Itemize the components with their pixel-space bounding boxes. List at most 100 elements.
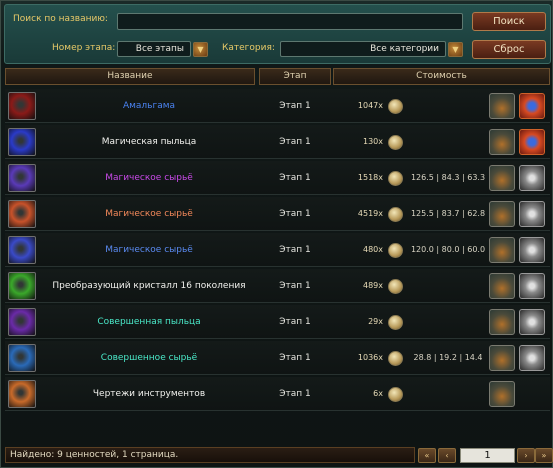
coin-icon <box>388 279 403 294</box>
table-row[interactable]: Совершенное сырьё Этап 1 1036x 28.8 | 19.2 … <box>5 341 550 375</box>
item-ratio <box>409 377 487 411</box>
column-cost[interactable]: Стоимость <box>333 68 550 85</box>
item-cost: 1036x <box>357 353 383 362</box>
item-stage: Этап 1 <box>279 101 311 111</box>
bag-icon[interactable] <box>489 309 515 335</box>
bag-icon[interactable] <box>489 165 515 191</box>
item-icon <box>8 272 36 300</box>
item-stage: Этап 1 <box>279 173 311 183</box>
gem-icon[interactable] <box>519 237 545 263</box>
item-cost: 4519x <box>357 209 383 218</box>
coin-icon <box>388 315 403 330</box>
first-page-icon[interactable]: « <box>418 448 436 463</box>
item-stage: Этап 1 <box>279 281 311 291</box>
item-stage: Этап 1 <box>279 389 311 399</box>
column-stage[interactable]: Этап <box>259 68 331 85</box>
coin-icon <box>388 351 403 366</box>
item-name: Преобразующий кристалл 16 поколения <box>52 281 246 291</box>
bag-icon[interactable] <box>489 237 515 263</box>
last-page-icon[interactable]: » <box>535 448 553 463</box>
coin-icon <box>388 135 403 150</box>
item-icon <box>8 380 36 408</box>
table-row[interactable]: Чертежи инструментов Этап 1 6x <box>5 377 550 411</box>
item-name: Магическая пыльца <box>101 137 197 147</box>
item-icon <box>8 128 36 156</box>
category-label: Категория: <box>222 43 275 53</box>
item-cost: 29x <box>368 317 383 326</box>
table-row[interactable]: Магическая пыльца Этап 1 130x <box>5 125 550 159</box>
item-name: Совершенная пыльца <box>97 317 201 327</box>
item-cost: 1518x <box>357 173 383 182</box>
filter-panel: Поиск по названию: Поиск Номер этапа: Вс… <box>4 4 551 64</box>
reset-button[interactable]: Сброс <box>472 40 546 59</box>
coin-icon <box>388 171 403 186</box>
stage-dropdown-icon[interactable]: ▼ <box>193 42 208 57</box>
compare-icon[interactable] <box>519 129 545 155</box>
item-icon <box>8 344 36 372</box>
gem-icon[interactable] <box>519 273 545 299</box>
search-button[interactable]: Поиск <box>472 12 546 31</box>
stage-select[interactable]: Все этапы <box>117 41 191 57</box>
table-row[interactable]: Преобразующий кристалл 16 поколения Этап … <box>5 269 550 303</box>
bag-icon[interactable] <box>489 129 515 155</box>
item-name: Совершенное сырьё <box>100 353 198 363</box>
item-cost: 130x <box>362 137 383 146</box>
value-search-window: Поиск по названию: Поиск Номер этапа: Вс… <box>0 0 553 468</box>
table-row[interactable]: Магическое сырьё Этап 1 480x 120.0 | 80.0 |… <box>5 233 550 267</box>
item-name: Амальгама <box>122 101 176 111</box>
item-icon <box>8 164 36 192</box>
item-ratio: 28.8 | 19.2 | 14.4 <box>413 353 483 362</box>
item-ratio: 126.5 | 84.3 | 63.3 <box>410 173 486 182</box>
item-icon <box>8 92 36 120</box>
category-dropdown-icon[interactable]: ▼ <box>448 42 463 57</box>
item-icon <box>8 308 36 336</box>
coin-icon <box>388 243 403 258</box>
item-stage: Этап 1 <box>279 353 311 363</box>
bag-icon[interactable] <box>489 345 515 371</box>
coin-icon <box>388 99 403 114</box>
status-bar: Найдено: 9 ценностей, 1 страница. <box>5 447 415 463</box>
item-ratio <box>409 89 487 123</box>
item-ratio <box>409 125 487 159</box>
item-icon <box>8 236 36 264</box>
item-ratio: 120.0 | 80.0 | 60.0 <box>410 245 486 254</box>
search-label: Поиск по названию: <box>13 14 108 24</box>
item-name: Магическое сырьё <box>105 209 193 219</box>
gem-icon[interactable] <box>519 201 545 227</box>
table-row[interactable]: Амальгама Этап 1 1047x <box>5 89 550 123</box>
prev-page-icon[interactable]: ‹ <box>438 448 456 463</box>
gem-icon[interactable] <box>519 345 545 371</box>
item-cost: 6x <box>373 389 383 398</box>
item-cost: 489x <box>362 281 383 290</box>
gem-icon[interactable] <box>519 165 545 191</box>
bag-icon[interactable] <box>489 273 515 299</box>
table-row[interactable]: Совершенная пыльца Этап 1 29x <box>5 305 550 339</box>
stage-label: Номер этапа: <box>52 43 116 53</box>
item-ratio <box>409 269 487 303</box>
coin-icon <box>388 387 403 402</box>
bag-icon[interactable] <box>489 93 515 119</box>
item-ratio: 125.5 | 83.7 | 62.8 <box>410 209 486 218</box>
bag-icon[interactable] <box>489 381 515 407</box>
item-name: Магическое сырьё <box>105 245 193 255</box>
page-number-input[interactable]: 1 <box>460 448 515 463</box>
gem-icon[interactable] <box>519 309 545 335</box>
table-row[interactable]: Магическое сырьё Этап 1 1518x 126.5 | 84.3 … <box>5 161 550 195</box>
item-icon <box>8 200 36 228</box>
table-row[interactable]: Магическое сырьё Этап 1 4519x 125.5 | 83.7 … <box>5 197 550 231</box>
item-cost: 1047x <box>357 101 383 110</box>
bag-icon[interactable] <box>489 201 515 227</box>
item-cost: 480x <box>362 245 383 254</box>
item-stage: Этап 1 <box>279 317 311 327</box>
next-page-icon[interactable]: › <box>517 448 535 463</box>
coin-icon <box>388 207 403 222</box>
item-stage: Этап 1 <box>279 209 311 219</box>
compare-icon[interactable] <box>519 93 545 119</box>
column-name[interactable]: Название <box>5 68 255 85</box>
item-name: Чертежи инструментов <box>92 389 206 399</box>
search-input[interactable] <box>117 13 463 30</box>
item-name: Магическое сырьё <box>105 173 193 183</box>
category-select[interactable]: Все категории <box>280 41 446 57</box>
item-stage: Этап 1 <box>279 245 311 255</box>
item-stage: Этап 1 <box>279 137 311 147</box>
